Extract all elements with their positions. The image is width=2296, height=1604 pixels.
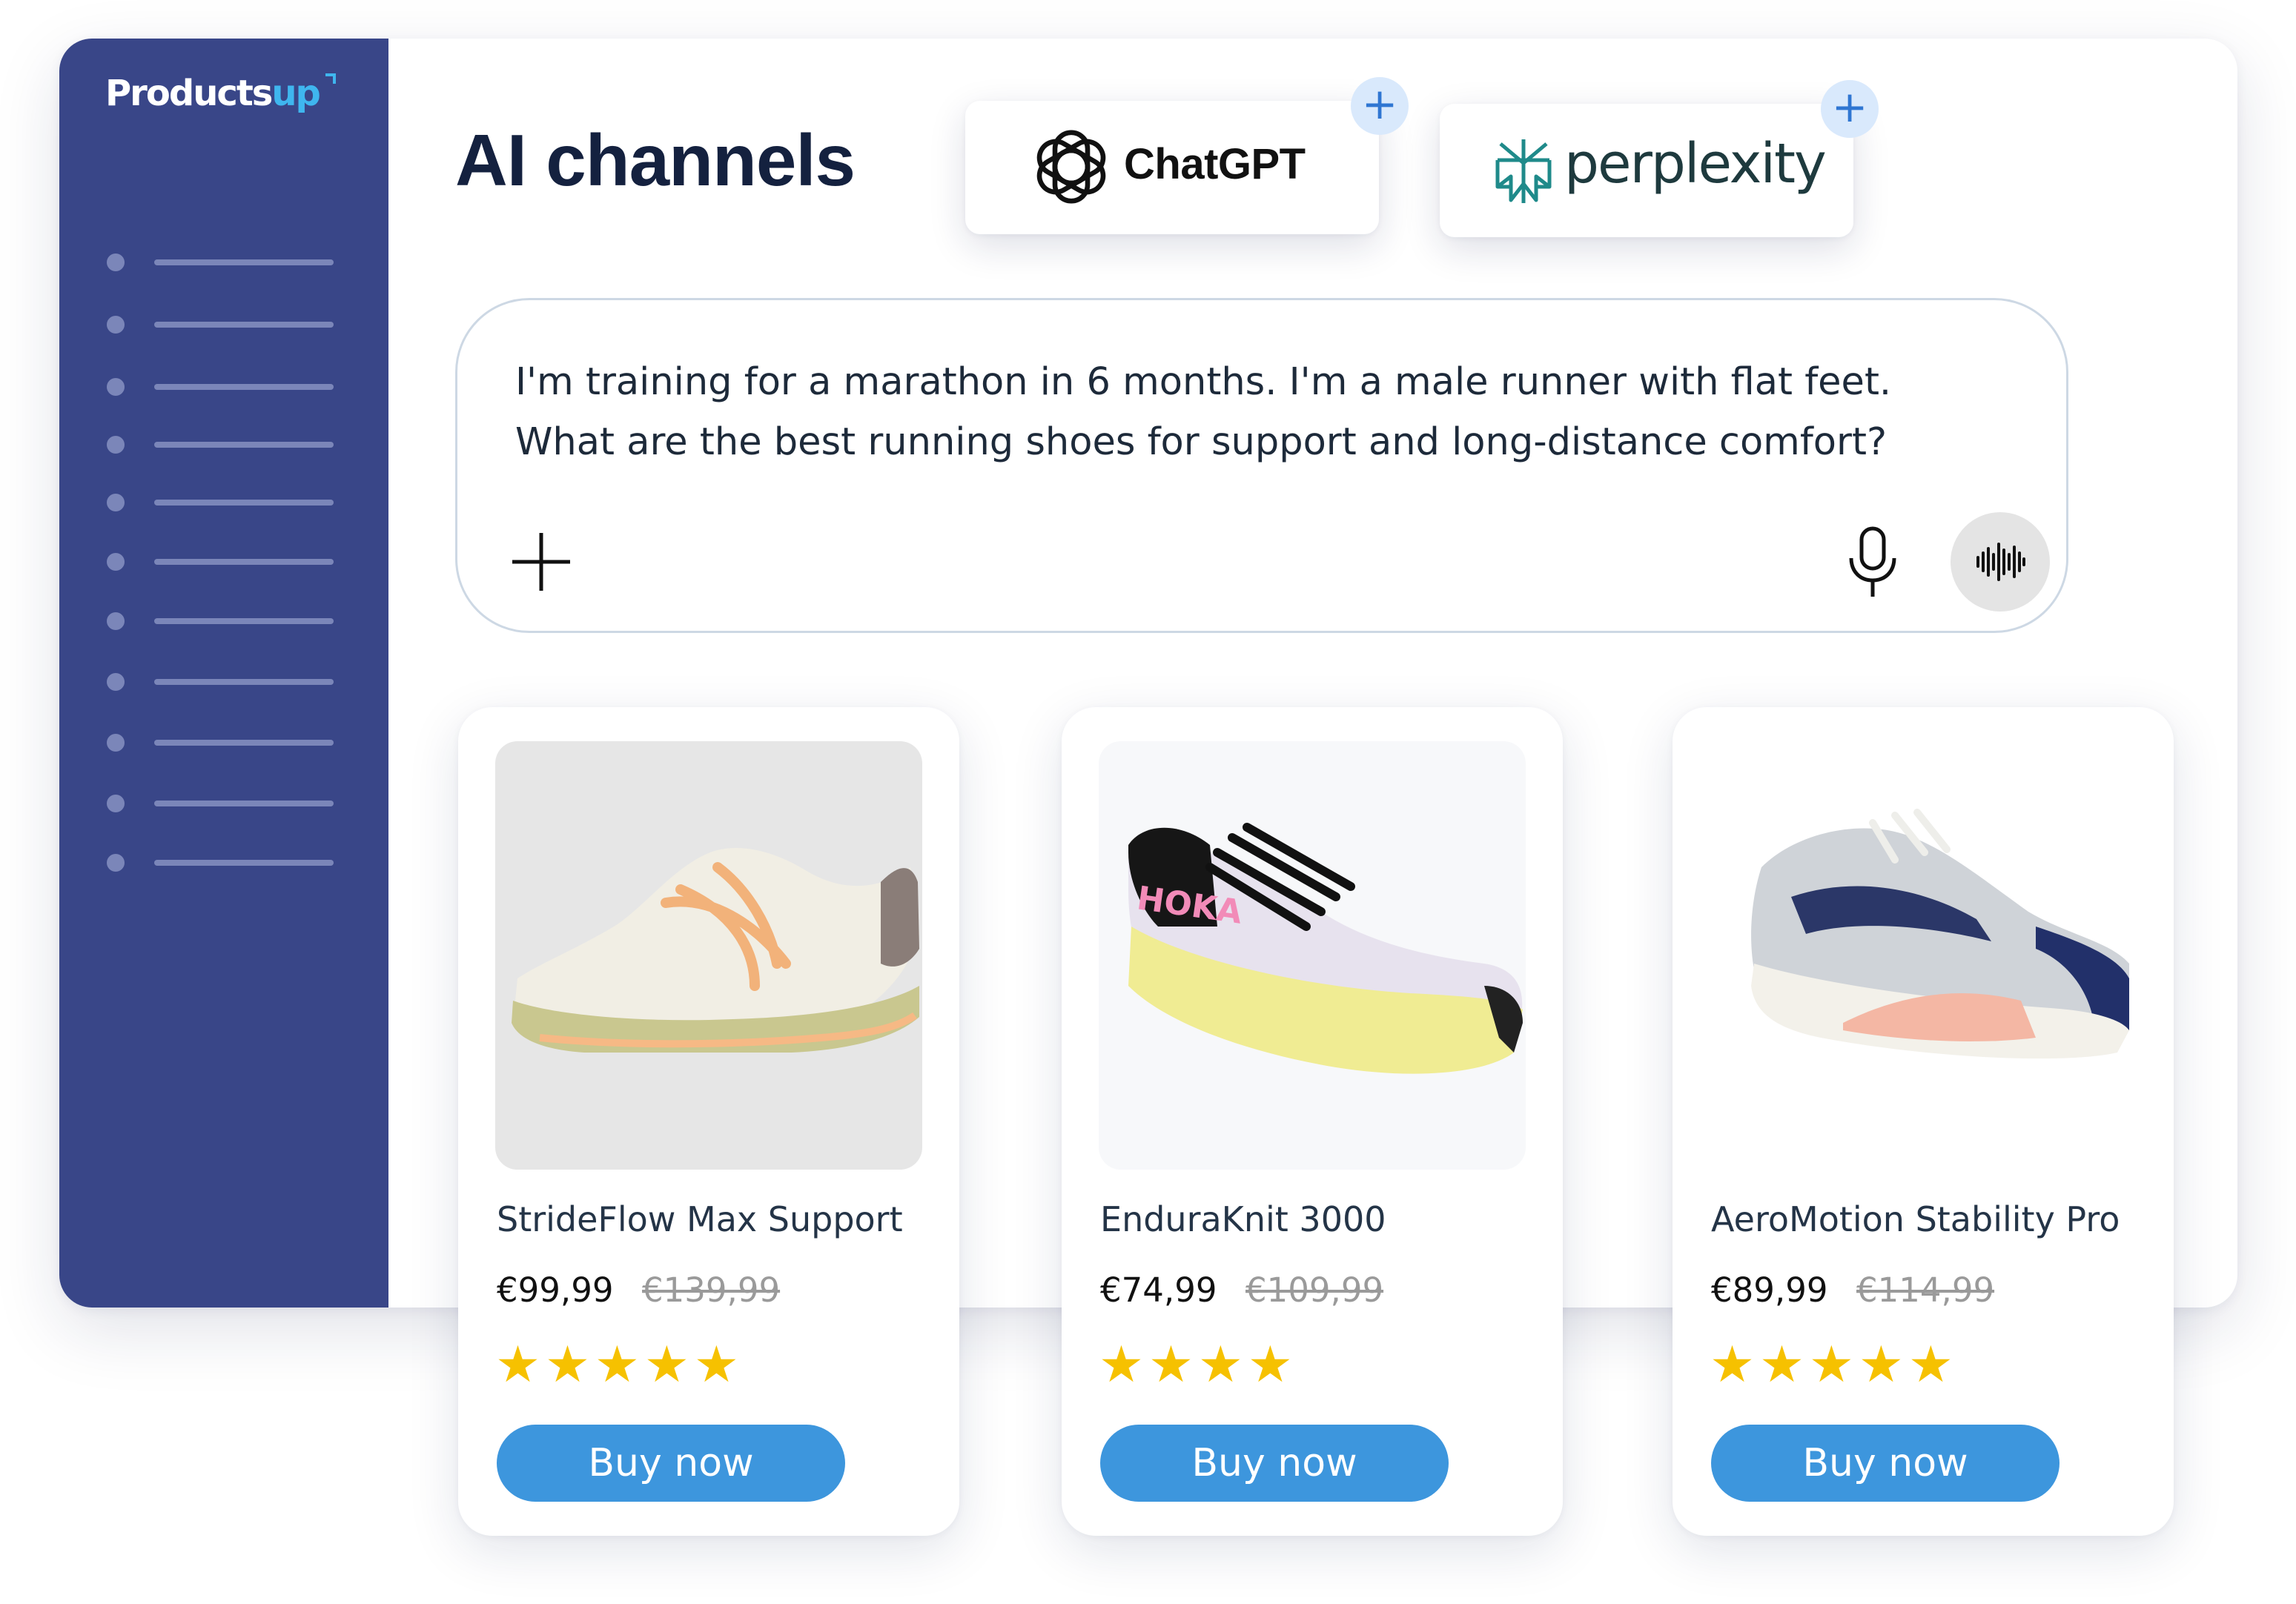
perplexity-name: perplexity <box>1564 132 1827 196</box>
sidebar-item-dot <box>107 494 125 511</box>
running-shoe-image <box>1751 809 2129 1059</box>
sidebar-item-placeholder <box>154 559 334 565</box>
running-shoe-image <box>512 848 919 1053</box>
product-price: €89,99 <box>1711 1270 1828 1310</box>
sidebar-item-dot <box>107 612 125 630</box>
sidebar-item-dot <box>107 673 125 691</box>
sidebar-item-placeholder <box>154 259 334 265</box>
sidebar-item-dot <box>107 734 125 752</box>
sidebar-item[interactable] <box>107 854 344 872</box>
plus-icon[interactable] <box>509 530 573 594</box>
channel-card-perplexity[interactable]: perplexity + <box>1440 80 1879 237</box>
buy-now-button[interactable]: Buy now <box>1100 1425 1449 1502</box>
star-rating: ★★★★ <box>1099 1336 1297 1394</box>
add-channel-chatgpt-button[interactable]: + <box>1351 77 1409 135</box>
buy-now-button[interactable]: Buy now <box>497 1425 845 1502</box>
sidebar-item[interactable] <box>107 795 344 812</box>
sidebar-item-placeholder <box>154 500 334 506</box>
product-old-price: €114,99 <box>1856 1270 1995 1310</box>
add-channel-perplexity-button[interactable]: + <box>1821 80 1879 138</box>
product-card[interactable]: HOKA EnduraKnit 3000 €74,99 €109,99 ★★★★… <box>1062 707 1563 1536</box>
sidebar-item-placeholder <box>154 322 334 328</box>
sidebar-item-dot <box>107 316 125 334</box>
logo-text-accent: up <box>271 73 321 114</box>
product-card[interactable]: AeroMotion Stability Pro €89,99 €114,99 … <box>1673 707 2174 1536</box>
sidebar-item-placeholder <box>154 801 334 806</box>
prompt-input-text[interactable]: I'm training for a marathon in 6 months.… <box>515 352 1998 472</box>
buy-now-button[interactable]: Buy now <box>1711 1425 2060 1502</box>
running-shoe-image: HOKA <box>1128 823 1523 1074</box>
product-card[interactable]: StrideFlow Max Support €99,99 €139,99 ★★… <box>458 707 959 1536</box>
sidebar-item[interactable] <box>107 494 344 511</box>
logo-arrow-icon <box>325 73 336 84</box>
product-old-price: €109,99 <box>1245 1270 1384 1310</box>
voice-mode-button[interactable] <box>1951 512 2050 612</box>
sidebar-item-placeholder <box>154 384 334 390</box>
product-old-price: €139,99 <box>642 1270 781 1310</box>
perplexity-logo-icon <box>1495 139 1552 203</box>
chatgpt-name: ChatGPT <box>1124 140 1306 188</box>
sidebar-item-dot <box>107 795 125 812</box>
sidebar-item-dot <box>107 553 125 571</box>
star-rating: ★★★★★ <box>1710 1336 1958 1394</box>
product-name[interactable]: EnduraKnit 3000 <box>1100 1199 1386 1239</box>
product-image[interactable]: HOKA <box>1099 741 1526 1170</box>
sidebar-item[interactable] <box>107 553 344 571</box>
chat-prompt-box[interactable]: I'm training for a marathon in 6 months.… <box>455 298 2068 633</box>
sidebar-item[interactable] <box>107 612 344 630</box>
sidebar-item-placeholder <box>154 860 334 866</box>
microphone-icon[interactable] <box>1844 526 1902 600</box>
product-price: €74,99 <box>1100 1270 1217 1310</box>
sidebar: Productsup <box>59 39 388 1308</box>
sidebar-item[interactable] <box>107 734 344 752</box>
sidebar-item-placeholder <box>154 442 334 448</box>
product-image[interactable] <box>495 741 922 1170</box>
productsup-logo[interactable]: Productsup <box>105 73 336 114</box>
sidebar-item-dot <box>107 378 125 396</box>
sidebar-item[interactable] <box>107 316 344 334</box>
product-name[interactable]: AeroMotion Stability Pro <box>1711 1199 2120 1239</box>
chatgpt-logo-icon <box>1036 130 1106 204</box>
sidebar-item-dot <box>107 854 125 872</box>
sidebar-item-dot <box>107 253 125 271</box>
sidebar-item[interactable] <box>107 436 344 454</box>
logo-text-main: Products <box>105 73 273 114</box>
page-title: AI channels <box>455 119 856 201</box>
channel-card-chatgpt[interactable]: ChatGPT + <box>965 77 1409 234</box>
sidebar-item[interactable] <box>107 378 344 396</box>
sidebar-item-dot <box>107 436 125 454</box>
sidebar-item-placeholder <box>154 740 334 746</box>
voice-waveform-icon <box>1976 543 2025 581</box>
product-name[interactable]: StrideFlow Max Support <box>497 1199 903 1239</box>
star-rating: ★★★★★ <box>495 1336 744 1394</box>
sidebar-item-placeholder <box>154 618 334 624</box>
product-image[interactable] <box>1710 741 2137 1170</box>
sidebar-item[interactable] <box>107 253 344 271</box>
product-price: €99,99 <box>497 1270 614 1310</box>
sidebar-item[interactable] <box>107 673 344 691</box>
sidebar-item-placeholder <box>154 679 334 685</box>
